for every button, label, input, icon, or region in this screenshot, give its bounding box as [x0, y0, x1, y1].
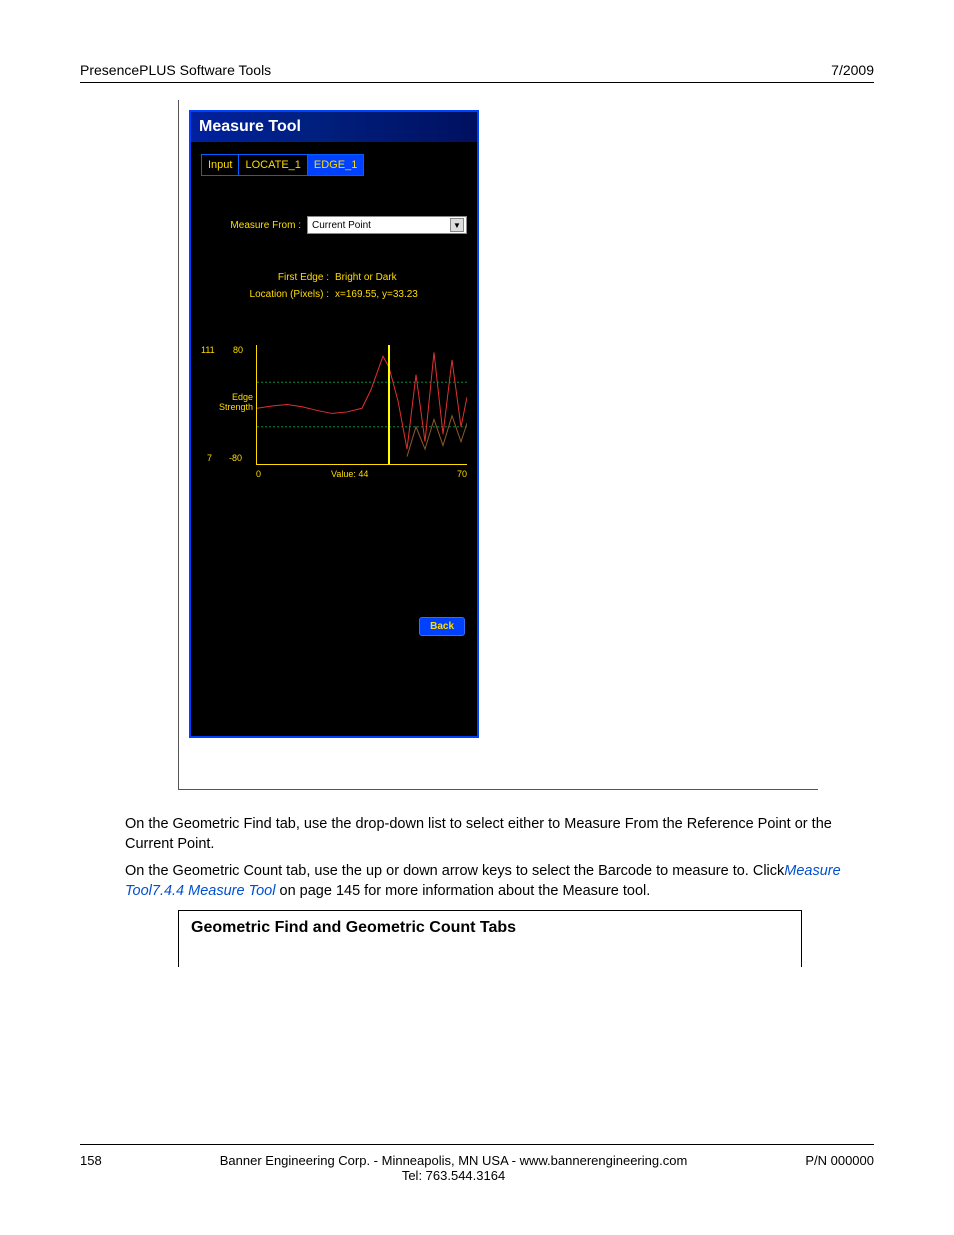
chart-plot-area	[256, 345, 467, 465]
part-number: P/N 000000	[805, 1153, 874, 1183]
footer-line1: Banner Engineering Corp. - Minneapolis, …	[102, 1153, 806, 1168]
measure-from-label: Measure From :	[201, 220, 301, 231]
paragraph-1: On the Geometric Find tab, use the drop-…	[125, 815, 874, 854]
measure-tool-panel: Measure Tool Input LOCATE_1 EDGE_1 Measu…	[189, 110, 479, 738]
footer-line2: Tel: 763.544.3164	[102, 1168, 806, 1183]
p2-text-b: on page 145 for more information about t…	[275, 883, 650, 899]
measure-from-row: Measure From : Current Point ▼	[201, 216, 467, 234]
header-date: 7/2009	[831, 62, 874, 78]
y-outer-top: 111	[201, 345, 215, 355]
location-label: Location (Pixels) :	[201, 289, 329, 300]
x-max: 70	[457, 469, 467, 479]
location-value: x=169.55, y=33.23	[335, 289, 418, 300]
tab-edge-1[interactable]: EDGE_1	[308, 155, 363, 175]
tab-input[interactable]: Input	[202, 155, 239, 175]
chevron-down-icon: ▼	[450, 218, 464, 232]
x-value: Value: 44	[331, 469, 368, 479]
info-block: First Edge : Bright or Dark Location (Pi…	[201, 272, 467, 300]
measure-from-dropdown[interactable]: Current Point ▼	[307, 216, 467, 234]
tab-locate-1[interactable]: LOCATE_1	[239, 155, 307, 175]
subsection-box: Geometric Find and Geometric Count Tabs	[178, 910, 802, 967]
x-min: 0	[256, 469, 261, 479]
dropdown-value: Current Point	[312, 220, 371, 231]
header-title: PresencePLUS Software Tools	[80, 62, 271, 78]
page-number: 158	[80, 1153, 102, 1183]
first-edge-value: Bright or Dark	[335, 272, 397, 283]
y-inner-bot: -80	[229, 453, 242, 463]
footer-center: Banner Engineering Corp. - Minneapolis, …	[102, 1153, 806, 1183]
first-edge-label: First Edge :	[201, 272, 329, 283]
p2-text-a: On the Geometric Count tab, use the up o…	[125, 863, 784, 879]
tab-bar: Input LOCATE_1 EDGE_1	[201, 154, 364, 176]
back-button[interactable]: Back	[419, 617, 465, 636]
page-header: PresencePLUS Software Tools 7/2009	[80, 62, 874, 83]
page-footer: 158 Banner Engineering Corp. - Minneapol…	[80, 1144, 874, 1183]
figure-frame: Measure Tool Input LOCATE_1 EDGE_1 Measu…	[178, 100, 818, 790]
paragraph-2: On the Geometric Count tab, use the up o…	[125, 862, 874, 901]
panel-title: Measure Tool	[191, 112, 477, 142]
y-inner-top: 80	[233, 345, 243, 355]
edge-strength-chart: 111 80 7 -80 EdgeStrength 0 Value: 44 70	[201, 345, 467, 495]
y-axis-title: EdgeStrength	[213, 393, 253, 413]
y-outer-bot: 7	[207, 453, 212, 463]
subsection-title: Geometric Find and Geometric Count Tabs	[191, 919, 789, 937]
